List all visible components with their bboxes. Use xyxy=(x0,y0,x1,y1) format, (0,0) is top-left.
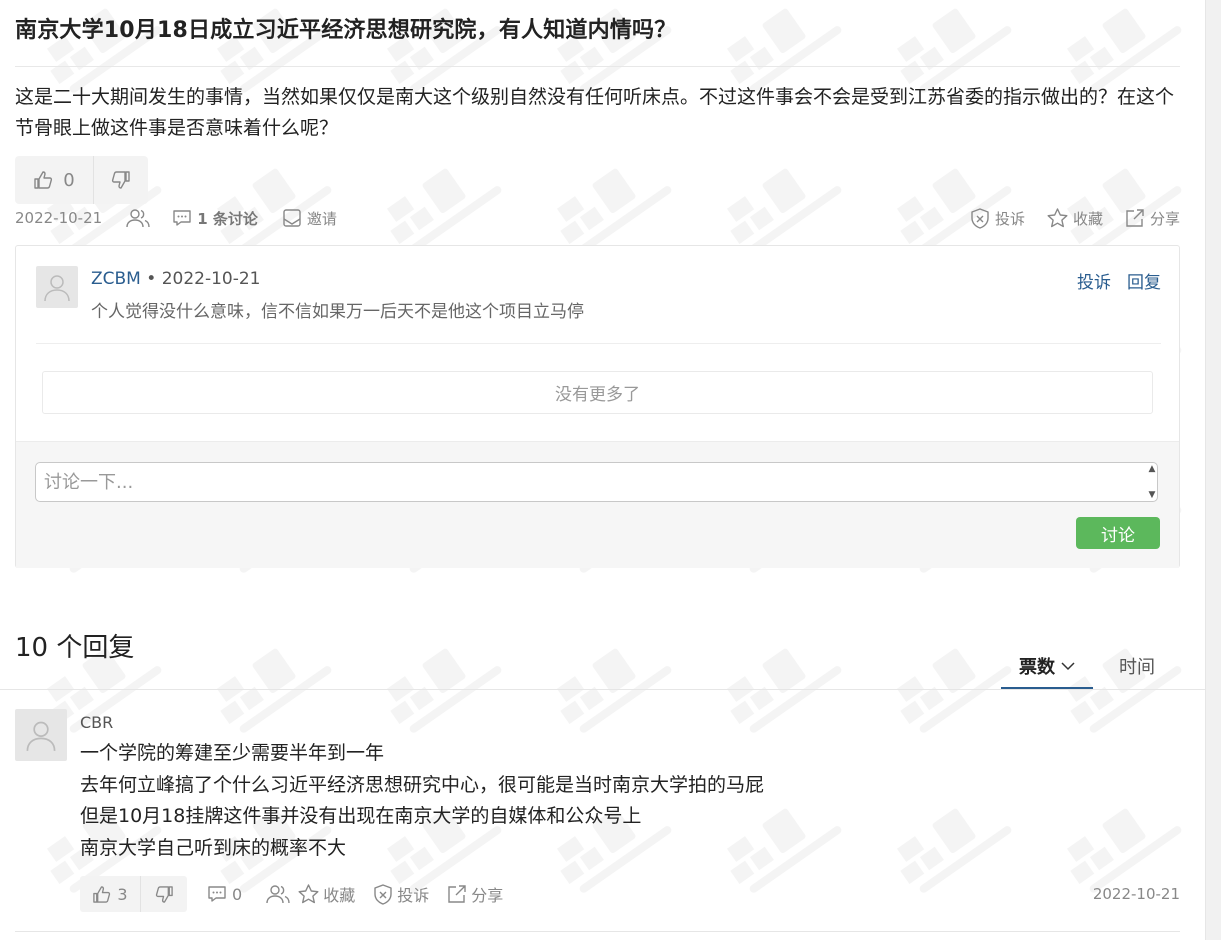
reply-date: 2022-10-21 xyxy=(1092,885,1180,903)
report-link[interactable]: 投诉 xyxy=(970,207,1025,229)
reply-line: 南京大学自己听到床的概率不大 xyxy=(80,836,347,859)
comment-icon xyxy=(172,209,192,227)
reply-upvote-button[interactable]: 3 xyxy=(80,876,140,912)
question-meta-row: 2022-10-21 1 条讨论 邀请 投诉 收藏 分享 xyxy=(15,205,1180,231)
upvote-count: 0 xyxy=(63,169,75,191)
sort-tabs: 票数 时间 xyxy=(1001,645,1181,689)
discuss-submit-button[interactable]: 讨论 xyxy=(1076,517,1160,549)
favorite-link[interactable]: 收藏 xyxy=(1047,208,1103,229)
avatar[interactable] xyxy=(36,266,78,308)
reply-report-button[interactable]: 投诉 xyxy=(373,882,429,906)
chevron-down-icon: ▼ xyxy=(1148,490,1156,500)
reply-downvote-button[interactable] xyxy=(140,876,187,912)
reply-line: 但是10月18挂牌这件事并没有出现在南京大学的自媒体和公众号上 xyxy=(80,805,642,827)
reply-comment-button[interactable]: 0 xyxy=(207,885,242,904)
comment-reply-link[interactable]: 回复 xyxy=(1127,268,1161,293)
question-vote-group: 0 xyxy=(15,156,148,204)
comment-icon xyxy=(207,885,227,903)
upvote-button[interactable]: 0 xyxy=(15,156,93,204)
reply-divider xyxy=(15,931,1180,932)
discussion-count: 1 条讨论 xyxy=(197,209,258,228)
reply-count-heading: 10 个回复 xyxy=(15,633,135,663)
reply-share-button[interactable]: 分享 xyxy=(447,882,503,906)
users-icon xyxy=(266,883,290,905)
shield-icon xyxy=(373,883,393,905)
report-label: 投诉 xyxy=(994,209,1025,228)
title-divider xyxy=(15,66,1180,67)
star-icon xyxy=(298,884,319,904)
tab-sort-time[interactable]: 时间 xyxy=(1093,645,1181,687)
discussion-link[interactable]: 1 条讨论 xyxy=(172,208,258,229)
reply-comment-count: 0 xyxy=(232,884,243,904)
share-icon xyxy=(1125,208,1145,228)
reply-favorite-button[interactable]: 收藏 xyxy=(298,882,355,906)
reply-line: 去年何立峰搞了个什么习近平经济思想研究中心，很可能是当时南京大学拍的马屁 xyxy=(80,773,765,796)
reply-upvote-count: 3 xyxy=(117,884,128,904)
question-title: 南京大学10月18日成立习近平经济思想研究院，有人知道内情吗？ xyxy=(15,18,677,43)
share-label: 分享 xyxy=(1149,209,1180,228)
reply-users-button[interactable] xyxy=(266,883,290,905)
thumbs-up-icon xyxy=(33,170,53,190)
question-actions: 投诉 收藏 分享 xyxy=(970,207,1180,229)
thumbs-down-icon xyxy=(155,885,174,904)
reply-report-label: 投诉 xyxy=(397,886,430,905)
input-scroll-arrows[interactable]: ▲ ▼ xyxy=(1146,464,1158,500)
comment-username[interactable]: ZCBM xyxy=(91,269,141,289)
reply-actions: 3 0 收藏 投诉 分享 xyxy=(80,876,503,912)
reply-share-label: 分享 xyxy=(471,886,504,905)
question-date: 2022-10-21 xyxy=(15,209,103,227)
reply-line: 一个学院的筹建至少需要半年到一年 xyxy=(80,742,385,764)
shield-icon xyxy=(970,207,990,229)
tab-sort-votes[interactable]: 票数 xyxy=(1001,645,1093,689)
discussion-panel: ZCBM • 2022-10-21 个人觉得没什么意味，信不信如果万一后天不是他… xyxy=(15,245,1180,568)
page-scrollbar[interactable] xyxy=(1205,0,1221,940)
comment-text: 个人觉得没什么意味，信不信如果万一后天不是他这个项目立马停 xyxy=(91,302,584,322)
users-icon[interactable] xyxy=(126,207,150,229)
share-link[interactable]: 分享 xyxy=(1125,208,1180,229)
comment-header: ZCBM • 2022-10-21 xyxy=(91,269,261,289)
invite-label: 邀请 xyxy=(306,209,337,228)
replies-divider xyxy=(0,689,1205,690)
reply-vote-group: 3 xyxy=(80,876,187,912)
comment-separator: • xyxy=(146,269,157,289)
comment-actions: 投诉 回复 xyxy=(1077,268,1161,293)
thumbs-down-icon xyxy=(111,170,131,190)
reply-favorite-label: 收藏 xyxy=(323,886,356,905)
no-more-button[interactable]: 没有更多了 xyxy=(42,371,1153,414)
invite-icon xyxy=(282,208,302,228)
discussion-input-area: ▲ ▼ 讨论 xyxy=(16,441,1179,568)
reply-username[interactable]: CBR xyxy=(80,713,113,732)
star-icon xyxy=(1047,208,1068,228)
comment-divider xyxy=(36,343,1161,344)
avatar[interactable] xyxy=(15,709,67,761)
downvote-button[interactable] xyxy=(93,156,148,204)
invite-link[interactable]: 邀请 xyxy=(282,208,337,229)
sort-votes-label: 票数 xyxy=(1019,657,1055,678)
discussion-input[interactable] xyxy=(35,462,1158,502)
favorite-label: 收藏 xyxy=(1072,209,1103,228)
reply-body: 一个学院的筹建至少需要半年到一年 去年何立峰搞了个什么习近平经济思想研究中心，很… xyxy=(80,738,764,864)
comment-report-link[interactable]: 投诉 xyxy=(1077,268,1111,293)
chevron-down-icon xyxy=(1061,661,1075,671)
comment-date: 2022-10-21 xyxy=(161,269,261,289)
user-silhouette-icon xyxy=(26,721,56,751)
share-icon xyxy=(447,884,467,904)
user-silhouette-icon xyxy=(44,275,70,302)
thumbs-up-icon xyxy=(92,885,111,904)
chevron-up-icon: ▲ xyxy=(1148,464,1156,474)
question-body: 这是二十大期间发生的事情，当然如果仅仅是南大这个级别自然没有任何听床点。不过这件… xyxy=(15,86,1175,139)
page-content: 南京大学10月18日成立习近平经济思想研究院，有人知道内情吗？ 这是二十大期间发… xyxy=(0,0,1205,940)
